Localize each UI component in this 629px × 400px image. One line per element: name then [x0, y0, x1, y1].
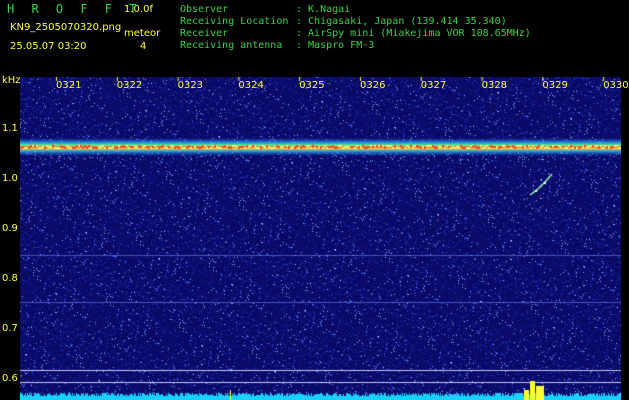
app-title: H R O F F T: [7, 2, 142, 16]
time-tick-0325: 0325: [299, 80, 325, 91]
y-label-0-8: 0.8: [2, 273, 18, 284]
time-tick-0327: 0327: [420, 80, 447, 91]
header-panel: H R O F F T 1.0.0f KN9_2505070320.png me…: [0, 0, 629, 70]
y-label-1-1: 1.1: [2, 123, 18, 134]
time-tick-0329: 0329: [542, 80, 568, 91]
time-tick-0323: 0323: [177, 80, 204, 91]
time-tick-0326: 0326: [360, 80, 386, 91]
y-label-0-7: 0.7: [2, 323, 18, 334]
unit-label: kHz: [2, 75, 21, 86]
y-label-0-6: 0.6: [2, 373, 18, 384]
version-label: 1.0.0f: [124, 4, 153, 15]
location-label: Receiving Location: [180, 16, 289, 27]
spectrogram-canvas: [20, 77, 621, 400]
y-label-1-0: 1.0: [2, 173, 18, 184]
timestamp-label: 25.05.07 03:20: [10, 41, 87, 52]
antenna-label: Receiving antenna: [180, 40, 283, 51]
observer-value: : K.Nagai: [296, 4, 351, 15]
time-tick-0322: 0322: [116, 80, 143, 91]
antenna-value: : Maspro FM-3: [296, 40, 375, 51]
y-label-0-9: 0.9: [2, 223, 18, 234]
time-tick-0324: 0324: [238, 80, 264, 91]
filename-label: KN9_2505070320.png: [10, 22, 122, 33]
observer-label: Observer: [180, 4, 229, 15]
receiver-value: : AirSpy mini (Miakejima VOR 108.65MHz): [296, 28, 531, 39]
time-tick-0328: 0328: [481, 80, 508, 91]
time-tick-0330: 0330: [603, 80, 629, 91]
meteor-count: 4: [140, 41, 147, 52]
receiver-label: Receiver: [180, 28, 229, 39]
meteor-label: meteor: [124, 28, 161, 39]
time-tick-0321: 0321: [56, 80, 82, 91]
location-value: : Chigasaki, Japan (139.414 35.340): [296, 16, 507, 27]
